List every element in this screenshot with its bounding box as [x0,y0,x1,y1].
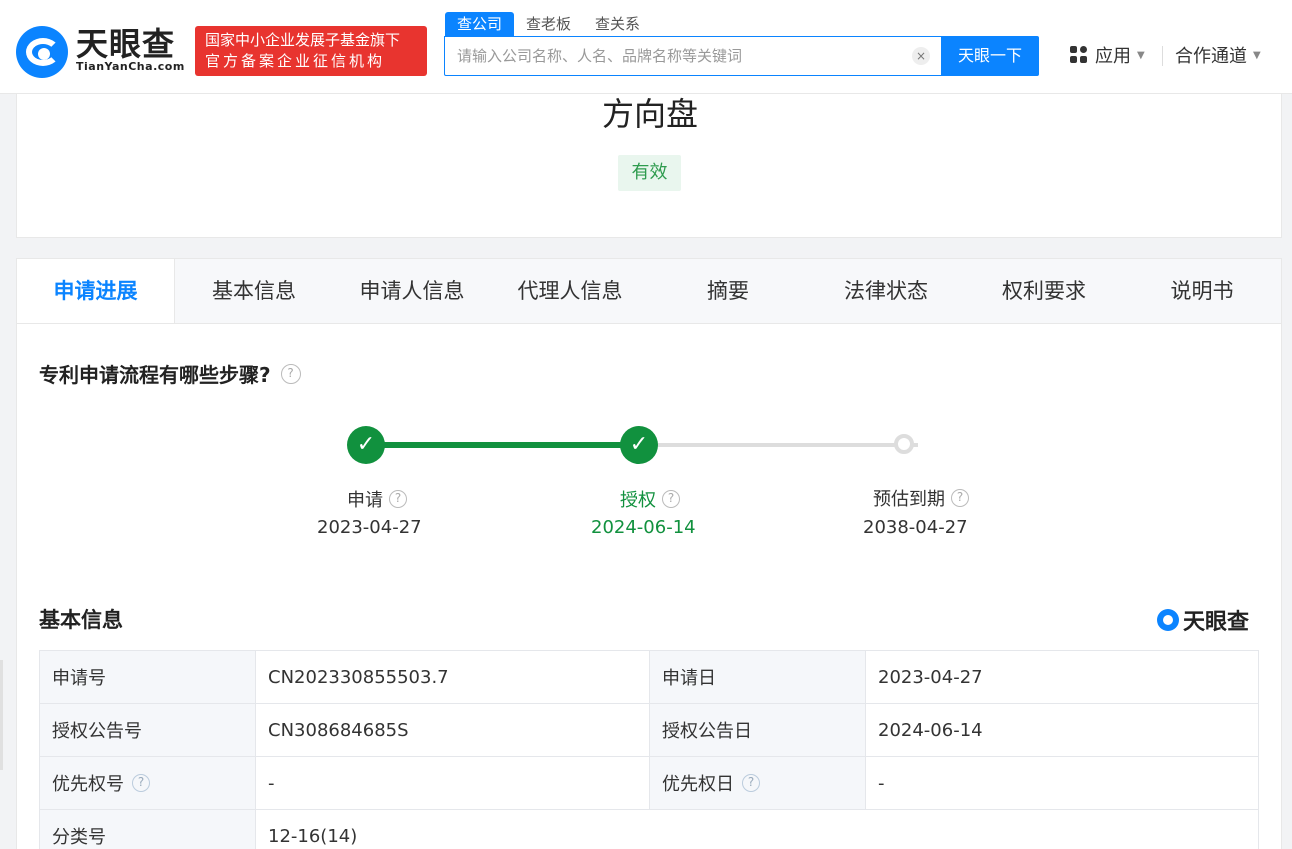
side-float-edge [0,660,3,770]
table-row: 申请号 CN202330855503.7 申请日 2023-04-27 [39,650,1259,704]
table-row: 授权公告号 CN308684685S 授权公告日 2024-06-14 [39,703,1259,757]
step-apply-label: 申请 ? [347,486,407,512]
tab-claims[interactable]: 权利要求 [965,259,1123,323]
basic-info-title: 基本信息 [39,608,123,632]
help-icon[interactable]: ? [280,363,301,384]
apps-grid-icon [1070,46,1088,64]
classification-label: 分类号 [39,809,256,849]
brand-watermark: 天眼查 [1157,604,1249,636]
step-grant-label: 授权 ? [620,486,680,512]
step-apply-date: 2023-04-27 [317,517,422,538]
search-tab-boss[interactable]: 查老板 [514,12,583,36]
help-icon[interactable]: ? [662,490,680,508]
banner-line-1: 国家中小企业发展子基金旗下 [205,31,401,49]
nav-apps-menu[interactable]: 应用 ▼ [1070,42,1145,68]
grant-number-label: 授权公告号 [39,703,256,757]
patent-detail-card: 申请进展 基本信息 申请人信息 代理人信息 摘要 法律状态 权利要求 说明书 专… [16,258,1282,849]
certification-banner: 国家中小企业发展子基金旗下 官方备案企业征信机构 [195,26,427,76]
detail-tabs: 申请进展 基本信息 申请人信息 代理人信息 摘要 法律状态 权利要求 说明书 [17,259,1281,324]
process-question-text: 专利申请流程有哪些步骤? [39,363,271,387]
step-apply-text: 申请 [347,490,383,511]
logo-icon [16,26,68,78]
logo-text: 天眼查 [76,25,176,63]
tab-progress[interactable]: 申请进展 [17,259,175,323]
search-type-tabs: 查公司 查老板 查关系 [445,12,652,36]
banner-line-2: 官方备案企业征信机构 [205,52,386,70]
top-header: 天眼查 TianYanCha.com 国家中小企业发展子基金旗下 官方备案企业征… [0,0,1292,94]
priority-date-text: 优先权日 [662,774,734,795]
classification-value: 12-16(14) [255,809,1259,849]
process-question: 专利申请流程有哪些步骤? ? [39,359,301,388]
tab-description[interactable]: 说明书 [1123,259,1281,323]
search-tab-relation[interactable]: 查关系 [583,12,652,36]
basic-info-table: 申请号 CN202330855503.7 申请日 2023-04-27 授权公告… [39,650,1259,849]
application-date-label: 申请日 [649,650,866,704]
patent-title: 方向盘 [601,95,698,133]
logo-domain: TianYanCha.com [76,60,185,73]
nav-divider [1162,46,1163,66]
help-icon[interactable]: ? [132,774,150,792]
chevron-down-icon: ▼ [1253,49,1261,61]
brand-watermark-text: 天眼查 [1183,610,1250,635]
step-apply-check-icon: ✓ [347,426,385,464]
priority-number-text: 优先权号 [52,774,124,795]
nav-coop-label: 合作通道 [1175,46,1247,67]
help-icon[interactable]: ? [951,489,969,507]
patent-header-card: 方向盘 有效 [16,94,1282,238]
nav-apps-label: 应用 [1095,46,1131,67]
application-number-label: 申请号 [39,650,256,704]
priority-number-label: 优先权号? [39,756,256,810]
priority-number-value: - [255,756,650,810]
step-grant-check-icon: ✓ [620,426,658,464]
nav-cooperation-menu[interactable]: 合作通道 ▼ [1175,42,1261,68]
tab-basic-info[interactable]: 基本信息 [175,259,333,323]
application-number-value: CN202330855503.7 [255,650,650,704]
help-icon[interactable]: ? [742,774,760,792]
application-date-value: 2023-04-27 [865,650,1259,704]
tab-legal-status[interactable]: 法律状态 [807,259,965,323]
status-badge: 有效 [618,155,681,191]
search-button[interactable]: 天眼一下 [941,36,1039,76]
help-icon[interactable]: ? [389,490,407,508]
search-box: × 天眼一下 [444,36,1039,76]
step-expire-date: 2038-04-27 [863,517,968,538]
priority-date-value: - [865,756,1259,810]
tab-agent[interactable]: 代理人信息 [491,259,649,323]
step-grant-date: 2024-06-14 [591,517,696,538]
grant-number-value: CN308684685S [255,703,650,757]
table-row: 分类号 12-16(14) [39,809,1259,849]
tianyancha-logo[interactable]: 天眼查 TianYanCha.com [16,26,186,78]
chevron-down-icon: ▼ [1137,49,1145,61]
grant-date-value: 2024-06-14 [865,703,1259,757]
table-row: 优先权号? - 优先权日? - [39,756,1259,810]
logo-icon [1157,609,1179,631]
tab-applicant[interactable]: 申请人信息 [333,259,491,323]
priority-date-label: 优先权日? [649,756,866,810]
step-expire-pending-icon [894,434,914,454]
grant-date-label: 授权公告日 [649,703,866,757]
clear-icon[interactable]: × [912,47,930,65]
search-input[interactable] [445,37,905,75]
step-expire-label: 预估到期 ? [873,485,969,511]
tab-abstract[interactable]: 摘要 [649,259,807,323]
step-expire-text: 预估到期 [873,489,945,510]
search-tab-company[interactable]: 查公司 [445,12,515,36]
progress-track-completed [382,442,656,448]
step-grant-text: 授权 [620,490,656,511]
